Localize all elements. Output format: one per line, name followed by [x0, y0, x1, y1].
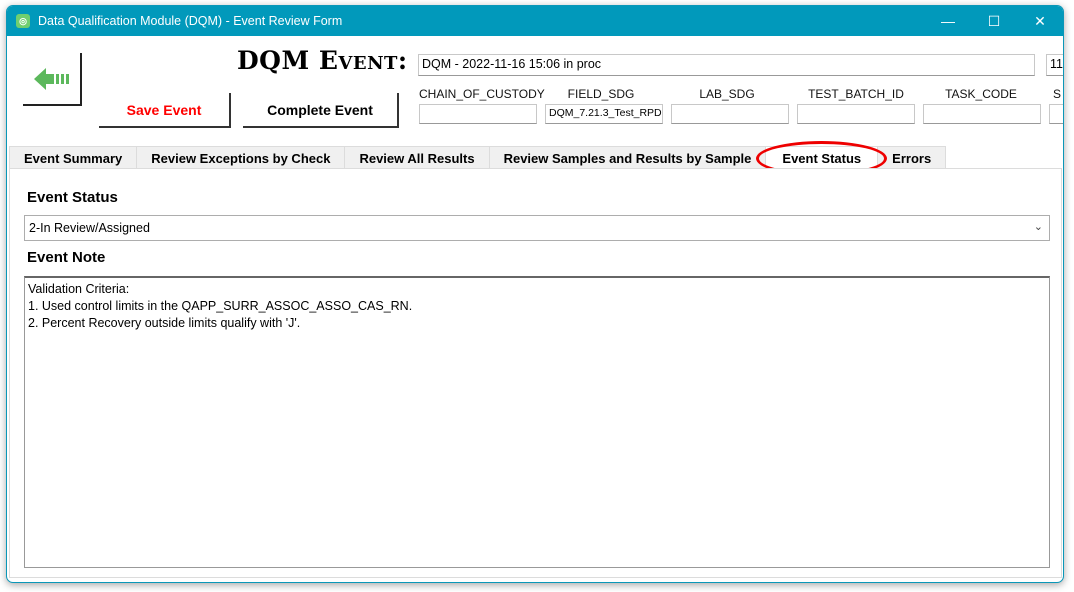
event-note-label: Event Note — [27, 249, 106, 266]
app-icon: ◎ — [16, 14, 30, 28]
tab-bar: Event Summary Review Exceptions by Check… — [9, 141, 947, 176]
tab-event-summary[interactable]: Event Summary — [9, 146, 138, 169]
tab-event-status[interactable]: Event Status — [756, 141, 888, 176]
lab-sdg-label: LAB_SDG — [699, 87, 755, 101]
task-code-label: TASK_CODE — [945, 87, 1017, 101]
chevron-down-icon: ⌄ — [1033, 221, 1043, 233]
tab-review-exceptions-by-check[interactable]: Review Exceptions by Check — [136, 146, 346, 169]
tab-review-all-results[interactable]: Review All Results — [344, 146, 490, 169]
save-event-button[interactable]: Save Event — [99, 93, 231, 128]
field-sdg-input[interactable]: DQM_7.21.3_Test_RPD — [545, 104, 663, 124]
arrow-left-icon — [33, 67, 69, 90]
lab-sdg-input[interactable] — [671, 104, 789, 124]
s-field-input[interactable] — [1049, 104, 1063, 124]
minimize-button[interactable]: — — [925, 6, 971, 36]
app-window: ◎ Data Qualification Module (DQM) - Even… — [6, 5, 1064, 583]
page-title: DQM Event: — [237, 46, 408, 75]
test-batch-id-input[interactable] — [797, 104, 915, 124]
window-title: Data Qualification Module (DQM) - Event … — [38, 14, 343, 28]
event-status-label: Event Status — [27, 189, 118, 206]
tab-errors[interactable]: Errors — [877, 146, 947, 169]
s-field-label: S — [1052, 87, 1061, 101]
chain-of-custody-label: CHAIN_OF_CUSTODY — [419, 87, 545, 101]
event-status-panel: Event Status 2-In Review/Assigned ⌄ Event… — [9, 168, 1062, 578]
back-button[interactable] — [23, 53, 82, 106]
event-date-input[interactable]: 11/ — [1046, 54, 1063, 76]
chain-of-custody-input[interactable] — [419, 104, 537, 124]
tab-review-samples-by-sample[interactable]: Review Samples and Results by Sample — [488, 146, 767, 169]
close-button[interactable]: ✕ — [1017, 6, 1063, 36]
event-status-select[interactable]: 2-In Review/Assigned ⌄ — [24, 215, 1050, 241]
title-bar: ◎ Data Qualification Module (DQM) - Even… — [7, 6, 1063, 36]
complete-event-button[interactable]: Complete Event — [243, 93, 399, 128]
maximize-button[interactable]: ☐ — [971, 6, 1017, 36]
tab-label: Event Status — [782, 150, 862, 166]
selected-value: 2-In Review/Assigned — [29, 221, 150, 235]
test-batch-id-label: TEST_BATCH_ID — [808, 87, 904, 101]
event-note-textarea[interactable]: Validation Criteria: 1. Used control lim… — [24, 276, 1050, 568]
field-sdg-label: FIELD_SDG — [567, 87, 635, 101]
event-name-input[interactable]: DQM - 2022-11-16 15:06 in proc — [418, 54, 1035, 76]
task-code-input[interactable] — [923, 104, 1041, 124]
